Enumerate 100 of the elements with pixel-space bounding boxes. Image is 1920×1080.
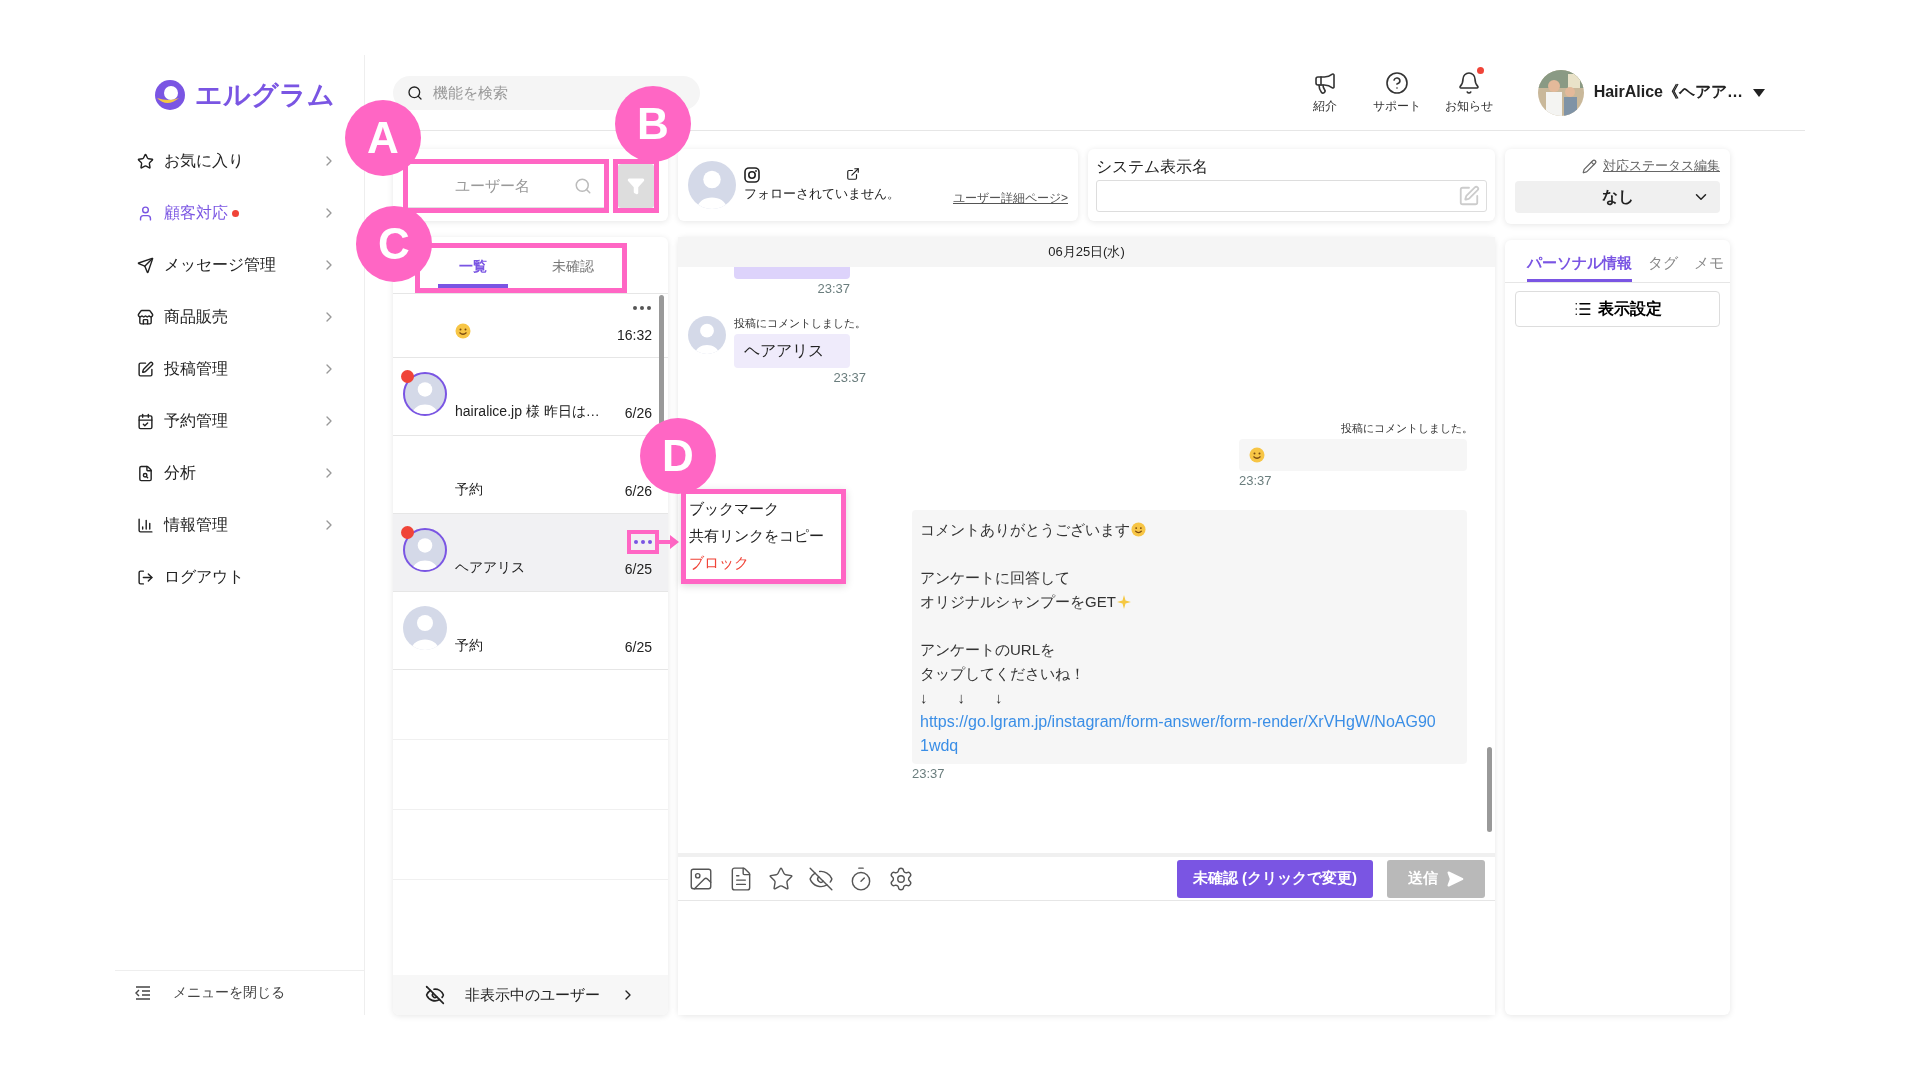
message-time: 23:37 bbox=[912, 765, 945, 781]
star-button[interactable] bbox=[768, 865, 794, 892]
info-tab[interactable]: メモ bbox=[1694, 246, 1724, 282]
annotation-marker: A bbox=[345, 100, 421, 176]
eye-off-button[interactable] bbox=[808, 865, 834, 892]
pointer-arrow bbox=[657, 535, 679, 549]
collapse-icon bbox=[135, 986, 151, 1000]
message-text: アンケートのURLを bbox=[920, 639, 1056, 660]
info-tab[interactable]: タグ bbox=[1648, 246, 1678, 282]
scrollbar-thumb[interactable] bbox=[659, 295, 664, 425]
menu-item[interactable]: 共有リンクをコピー bbox=[686, 523, 841, 550]
help-button[interactable]: サポート bbox=[1367, 70, 1426, 115]
send-icon bbox=[1446, 869, 1464, 888]
user-row[interactable]: 予約 6/25 bbox=[393, 592, 668, 670]
message-input[interactable] bbox=[678, 901, 1495, 1015]
bell-button[interactable]: お知らせ bbox=[1439, 70, 1498, 115]
status-select[interactable]: なし bbox=[1515, 181, 1720, 213]
avatar-icon bbox=[688, 161, 736, 209]
menu-item[interactable]: ブロック bbox=[686, 550, 841, 577]
user-row[interactable]: ヘアアリス 6/25 bbox=[393, 514, 668, 592]
list-tab[interactable]: 一覧 bbox=[438, 248, 508, 288]
megaphone-icon bbox=[1312, 70, 1337, 95]
hidden-users-button[interactable]: 非表示中のユーザー bbox=[393, 975, 668, 1015]
instagram-icon bbox=[744, 167, 760, 183]
sidebar-item[interactable]: 商品販売 bbox=[115, 291, 341, 343]
smiley-icon bbox=[1131, 522, 1146, 538]
edit-icon bbox=[1582, 158, 1597, 174]
message-text: タップしてくださいね！ bbox=[920, 663, 1086, 684]
logout-icon bbox=[137, 568, 154, 586]
field-label: システム表示名 bbox=[1096, 157, 1209, 177]
message-text: アンケートに回答して bbox=[920, 567, 1071, 588]
sparkle-icon bbox=[1116, 594, 1131, 609]
bell-icon bbox=[1456, 70, 1481, 95]
logo-icon bbox=[153, 78, 187, 112]
sidebar-item[interactable]: ログアウト bbox=[115, 551, 341, 603]
user-detail-link[interactable]: ユーザー詳細ページ> bbox=[953, 190, 1068, 207]
edit-icon bbox=[1458, 185, 1480, 207]
scrollbar-thumb[interactable] bbox=[1487, 747, 1492, 832]
store-icon bbox=[137, 308, 154, 326]
sidebar-item[interactable]: 投稿管理 bbox=[115, 343, 341, 395]
message-note: 投稿にコメントしました。 bbox=[734, 316, 866, 331]
search-icon bbox=[407, 84, 423, 101]
message-preview: 予約 bbox=[455, 637, 484, 655]
message-time: 23:37 bbox=[1239, 472, 1272, 488]
calendar-icon bbox=[137, 412, 154, 430]
eye-off-icon bbox=[425, 985, 445, 1005]
user-search-input[interactable]: ユーザー名 bbox=[420, 170, 564, 201]
user-row[interactable]: 16:32 bbox=[393, 294, 668, 358]
row-time: 6/26 bbox=[624, 405, 652, 421]
message-preview: hairalice.jp 様 昨日は… bbox=[455, 403, 601, 421]
sidebar-item[interactable]: メッセージ管理 bbox=[115, 239, 341, 291]
list-icon bbox=[1573, 300, 1592, 318]
filter-icon bbox=[627, 177, 645, 195]
message-text: オリジナルシャンプーをGET bbox=[920, 589, 1453, 614]
display-settings-button[interactable]: 表示設定 bbox=[1515, 291, 1720, 327]
megaphone-button[interactable]: 紹介 bbox=[1295, 70, 1354, 115]
message-time: 23:37 bbox=[833, 369, 866, 385]
smiley-icon bbox=[1249, 446, 1265, 463]
user-row[interactable]: hairalice.jp 様 昨日は… 6/26 bbox=[393, 358, 668, 436]
menu-item[interactable]: ブックマーク bbox=[686, 496, 841, 523]
sidebar-item[interactable]: 顧客対応 bbox=[115, 187, 341, 239]
search-icon bbox=[574, 177, 592, 195]
collapse-menu-button[interactable]: メニューを閉じる bbox=[115, 970, 364, 1015]
user-icon bbox=[137, 204, 154, 222]
message-note: 投稿にコメントしました。 bbox=[1341, 420, 1473, 436]
caret-icon bbox=[1753, 88, 1765, 97]
follow-status: フォローされていません。 bbox=[744, 185, 900, 203]
external-link-icon[interactable] bbox=[846, 167, 860, 181]
edit-icon bbox=[137, 360, 154, 378]
message-text: コメントありがとうございます bbox=[920, 517, 1453, 542]
send-icon bbox=[137, 256, 154, 274]
avatar-icon bbox=[688, 316, 726, 354]
status-edit-link[interactable]: 対応ステータス編集 bbox=[1582, 157, 1720, 175]
row-time: 16:32 bbox=[616, 327, 652, 343]
sidebar-item[interactable]: 分析 bbox=[115, 447, 341, 499]
logo-text: エルグラム bbox=[195, 79, 335, 112]
system-name-field[interactable] bbox=[1096, 180, 1487, 212]
chart-icon bbox=[137, 516, 154, 534]
status-button[interactable]: 未確認 (クリックで変更) bbox=[1176, 859, 1373, 898]
smiley-icon bbox=[455, 323, 471, 339]
annotation-marker: C bbox=[356, 206, 432, 282]
more-icon bbox=[633, 306, 651, 310]
message-text: ↓ ↓ ↓ bbox=[920, 687, 1004, 708]
user-name[interactable]: HairAlice《ヘアア… bbox=[1593, 82, 1743, 103]
message-time: 23:37 bbox=[817, 281, 850, 296]
sidebar-item[interactable]: 情報管理 bbox=[115, 499, 341, 551]
sidebar-item[interactable]: お気に入り bbox=[115, 135, 341, 187]
message-preview: 予約 bbox=[455, 481, 484, 499]
message-bubble: ヘアアリス bbox=[734, 334, 850, 368]
report-icon bbox=[137, 464, 154, 482]
help-icon bbox=[1384, 70, 1409, 95]
more-icon bbox=[634, 540, 652, 544]
settings-icon bbox=[888, 865, 914, 892]
message-preview: ヘアアリス bbox=[455, 559, 526, 577]
star-icon bbox=[768, 865, 794, 892]
star-icon bbox=[137, 152, 154, 170]
sidebar-item[interactable]: 予約管理 bbox=[115, 395, 341, 447]
list-tab[interactable]: 未確認 bbox=[538, 248, 608, 288]
settings-button[interactable] bbox=[888, 865, 914, 892]
info-tab[interactable]: パーソナル情報 bbox=[1527, 246, 1632, 282]
